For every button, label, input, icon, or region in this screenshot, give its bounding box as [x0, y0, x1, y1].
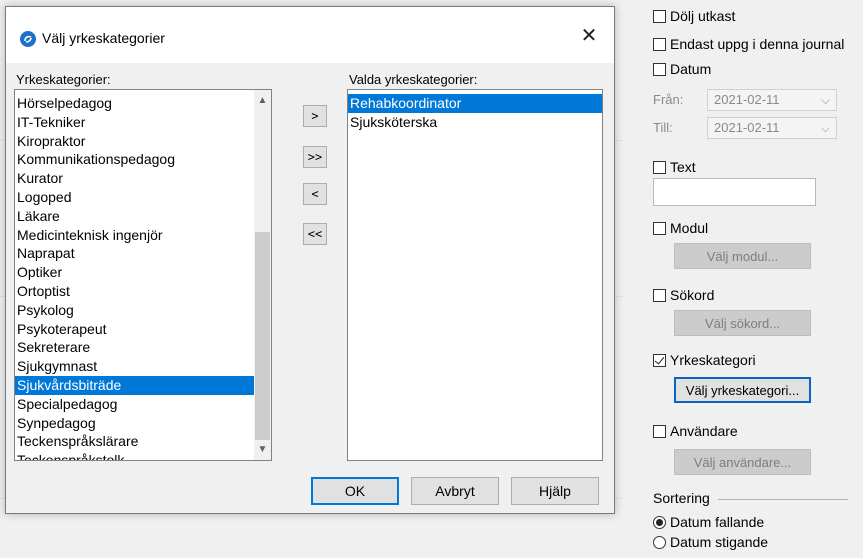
checkbox-box — [653, 424, 666, 438]
checkbox-box — [653, 62, 666, 76]
checkbox-box — [653, 353, 666, 367]
dialog-title: Välj yrkeskategorier — [42, 30, 165, 46]
choose-profession-button[interactable]: Välj yrkeskategori... — [674, 377, 811, 403]
list-item[interactable]: Naprapat — [15, 244, 255, 263]
text-search-input[interactable] — [653, 178, 816, 206]
profession-checkbox[interactable]: Yrkeskategori — [653, 350, 756, 370]
list-item[interactable]: Synpedagog — [15, 414, 255, 433]
radio-dot — [653, 535, 666, 549]
to-label: Till: — [653, 120, 673, 135]
list-item[interactable]: Rehabkoordinator — [348, 94, 602, 113]
checkbox-box — [653, 288, 666, 302]
close-icon[interactable]: ✕ — [576, 23, 602, 48]
checkbox-box — [653, 9, 666, 23]
list-item[interactable]: Sjuksköterska — [348, 113, 602, 132]
list-item[interactable]: Teckenspråkstolk — [15, 451, 255, 460]
chevron-down-icon: ⌵ — [820, 93, 830, 107]
only-in-journal-checkbox[interactable]: Endast uppg i denna journal — [653, 34, 844, 54]
checkbox-box — [653, 160, 666, 174]
module-checkbox[interactable]: Modul — [653, 218, 708, 238]
help-button[interactable]: Hjälp — [511, 477, 599, 505]
sort-descending-radio[interactable]: Datum fallande — [653, 512, 764, 532]
list-item[interactable]: Logoped — [15, 188, 255, 207]
hide-drafts-checkbox[interactable]: Dölj utkast — [653, 6, 735, 26]
list-item[interactable]: Specialpedagog — [15, 395, 255, 414]
selected-list[interactable]: Rehabkoordinator Sjuksköterska — [347, 89, 603, 461]
group-divider — [717, 498, 848, 500]
choose-user-button[interactable]: Välj användare... — [674, 449, 811, 475]
ok-button[interactable]: OK — [311, 477, 399, 505]
choose-keyword-button[interactable]: Välj sökord... — [674, 310, 811, 336]
remove-all-button[interactable]: << — [303, 223, 327, 245]
list-item[interactable]: Sjukgymnast — [15, 357, 255, 376]
list-item[interactable]: Läkare — [15, 207, 255, 226]
date-checkbox[interactable]: Datum — [653, 59, 711, 79]
list-item[interactable]: Ortoptist — [15, 282, 255, 301]
scroll-up-icon[interactable]: ▲ — [254, 92, 271, 109]
add-button[interactable]: > — [303, 105, 327, 127]
list-item[interactable]: Sekreterare — [15, 338, 255, 357]
remove-button[interactable]: < — [303, 183, 327, 205]
sort-ascending-radio[interactable]: Datum stigande — [653, 532, 768, 552]
available-list[interactable]: Hörselpedagog IT-Tekniker Kiropraktor Kommu… — [14, 89, 272, 461]
checkbox-box — [653, 221, 666, 235]
list-item[interactable]: Kommunikationspedagog — [15, 150, 255, 169]
keyword-checkbox[interactable]: Sökord — [653, 285, 714, 305]
choose-profession-dialog: Välj yrkeskategorier ✕ Yrkeskategorier: … — [5, 6, 615, 514]
list-item[interactable]: IT-Tekniker — [15, 113, 255, 132]
available-label: Yrkeskategorier: — [16, 72, 111, 87]
dialog-titlebar: Välj yrkeskategorier ✕ — [6, 7, 614, 63]
selected-label: Valda yrkeskategorier: — [349, 72, 478, 87]
scroll-thumb[interactable] — [255, 232, 270, 440]
cancel-button[interactable]: Avbryt — [411, 477, 499, 505]
list-item[interactable]: Psykoterapeut — [15, 320, 255, 339]
list-item[interactable]: Kiropraktor — [15, 132, 255, 151]
chevron-down-icon: ⌵ — [820, 121, 830, 135]
scrollbar[interactable]: ▲ ▼ — [254, 90, 271, 460]
from-date-picker[interactable]: 2021-02-11 ⌵ — [707, 89, 837, 111]
list-item[interactable]: Optiker — [15, 263, 255, 282]
text-checkbox[interactable]: Text — [653, 157, 696, 177]
sorting-group: Sortering — [653, 490, 848, 506]
list-item[interactable]: Sjukvårdsbiträde — [15, 375, 255, 395]
filter-panel: Dölj utkast Endast uppg i denna journal … — [623, 0, 863, 558]
scroll-down-icon[interactable]: ▼ — [254, 441, 271, 458]
list-item[interactable]: Hörselpedagog — [15, 94, 255, 113]
app-logo-icon — [20, 31, 36, 47]
list-item[interactable]: Medicinteknisk ingenjör — [15, 226, 255, 245]
to-date-picker[interactable]: 2021-02-11 ⌵ — [707, 117, 837, 139]
list-item[interactable]: Psykolog — [15, 301, 255, 320]
radio-dot — [653, 515, 666, 529]
choose-module-button[interactable]: Välj modul... — [674, 243, 811, 269]
add-all-button[interactable]: >> — [303, 146, 327, 168]
from-label: Från: — [653, 92, 684, 107]
list-item[interactable]: Kurator — [15, 169, 255, 188]
checkbox-box — [653, 37, 666, 51]
list-item[interactable]: Teckenspråkslärare — [15, 432, 255, 451]
user-checkbox[interactable]: Användare — [653, 421, 738, 441]
